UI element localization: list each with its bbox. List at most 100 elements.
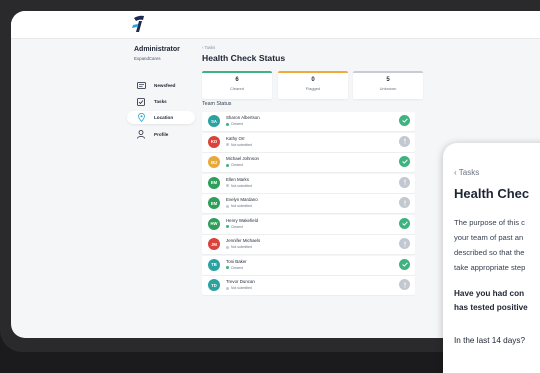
mobile-subquestion-text: In the last 14 days? (454, 336, 526, 345)
avatar: TD (208, 279, 220, 291)
status-check-icon (399, 258, 410, 270)
organization-name: ExpandCares (134, 56, 161, 61)
team-member-row[interactable]: TB Toni Baker Cleared (202, 255, 415, 275)
team-member-row[interactable]: EM Evelyn Mardano Not submitted (202, 194, 415, 213)
mobile-breadcrumb-tasks[interactable]: ‹ Tasks (454, 168, 479, 177)
sidebar-item-newsfeed[interactable]: Newsfeed (127, 79, 195, 92)
laptop-frame: Administrator ExpandCares Newsfeed Tasks… (0, 0, 540, 373)
member-name: Henry Wakefield (226, 217, 259, 223)
page-title: Health Check Status (202, 53, 286, 63)
team-member-row[interactable]: KO Kathy Orr Not submitted (202, 132, 415, 152)
sidebar-item-tasks[interactable]: Tasks (127, 95, 195, 108)
status-dot-icon (226, 286, 229, 290)
member-status: Cleared (226, 266, 243, 270)
status-text: Not submitted (231, 286, 252, 290)
top-bar (11, 11, 540, 39)
sidebar-item-label: Tasks (154, 99, 167, 104)
stat-label: Cleared (229, 86, 244, 91)
breadcrumb-tasks[interactable]: ‹ Tasks (202, 45, 215, 50)
team-member-row[interactable]: HW Henry Wakefield Cleared (202, 214, 415, 234)
status-unknown-icon (399, 197, 410, 208)
member-status: Cleared (226, 122, 243, 126)
status-unknown-icon (399, 135, 410, 147)
status-text: Not submitted (231, 183, 252, 188)
team-member-row[interactable]: TD Trevor Duncan Not submitted (202, 276, 415, 295)
avatar: HW (208, 217, 220, 230)
status-dot-icon (226, 245, 229, 249)
team-status-list: SA Sharon Albertson Cleared KO Kathy Orr… (202, 112, 415, 297)
member-name: Trevor Duncan (226, 279, 255, 284)
status-dot-icon (226, 225, 229, 228)
member-status: Not submitted (226, 143, 252, 147)
stat-label: Flagged (305, 86, 321, 91)
mobile-question-text: has tested positive (454, 303, 528, 312)
status-text: Cleared (231, 163, 243, 167)
mobile-question-text: Have you had con (454, 289, 525, 298)
stat-value: 5 (386, 77, 390, 83)
user-icon (134, 130, 148, 140)
team-member-row[interactable]: EM Ellen Marks Not submitted (202, 173, 415, 193)
status-unknown-icon (399, 176, 410, 188)
avatar: KO (208, 135, 220, 148)
status-check-icon (399, 115, 410, 126)
avatar: EM (208, 176, 220, 189)
sidebar-item-label: Location (154, 115, 174, 120)
team-member-row[interactable]: SA Sharon Albertson Cleared (202, 112, 415, 131)
stat-unknown-card[interactable]: 5 Unknown (353, 71, 423, 99)
member-status: Cleared (226, 163, 243, 167)
status-text: Cleared (231, 224, 243, 229)
mobile-body-text: described so that the (454, 248, 525, 257)
member-status: Cleared (226, 225, 243, 229)
status-dot-icon (226, 204, 229, 208)
member-status: Not submitted (226, 245, 252, 249)
sidebar-item-profile[interactable]: Profile (127, 128, 195, 141)
status-text: Not submitted (231, 142, 252, 147)
status-check-icon (399, 217, 410, 229)
tasks-checkbox-icon (134, 97, 148, 107)
status-text: Cleared (231, 265, 243, 270)
member-status: Not submitted (226, 204, 252, 208)
status-text: Not submitted (231, 204, 252, 208)
app-logo-icon (132, 15, 144, 32)
status-dot-icon (226, 184, 229, 187)
section-heading-team-status: Team Status (202, 101, 232, 107)
newsfeed-icon (134, 81, 148, 91)
member-name: Toni Baker (226, 258, 247, 264)
status-text: Cleared (231, 122, 243, 126)
status-dot-icon (226, 266, 229, 269)
member-name: Ellen Marks (226, 176, 249, 182)
member-name: Michael Johnson (226, 156, 259, 161)
mobile-body-text: take appropriate step (454, 263, 526, 272)
stat-label: Unknown (379, 86, 397, 91)
status-text: Not submitted (231, 245, 252, 249)
stat-value: 0 (311, 77, 315, 83)
avatar: TB (208, 258, 220, 271)
stat-value: 6 (235, 77, 239, 83)
status-dot-icon (226, 163, 229, 167)
member-name: Kathy Orr (226, 135, 245, 141)
sidebar-item-label: Profile (154, 132, 169, 137)
member-name: Evelyn Mardano (226, 197, 258, 202)
member-name: Jennifer Michaels (226, 238, 261, 243)
member-status: Not submitted (226, 184, 252, 188)
status-unknown-icon (399, 279, 410, 290)
member-name: Sharon Albertson (226, 115, 260, 120)
status-unknown-icon (399, 238, 410, 249)
stat-cleared-card[interactable]: 6 Cleared (202, 71, 272, 99)
member-status: Not submitted (226, 286, 252, 290)
status-dot-icon (226, 143, 229, 146)
avatar: JM (208, 238, 220, 250)
location-pin-icon (134, 113, 148, 123)
status-dot-icon (226, 122, 229, 126)
status-check-icon (399, 156, 410, 167)
team-member-row[interactable]: MJ Michael Johnson Cleared (202, 153, 415, 172)
sidebar-item-location[interactable]: Location (127, 111, 195, 124)
mobile-body-text: your team of past an (454, 233, 524, 242)
stat-flagged-card[interactable]: 0 Flagged (278, 71, 348, 99)
avatar: EM (208, 197, 220, 209)
team-member-row[interactable]: JM Jennifer Michaels Not submitted (202, 235, 415, 254)
avatar: SA (208, 115, 220, 127)
sidebar-item-label: Newsfeed (154, 83, 176, 88)
mobile-body-text: The purpose of this c (454, 218, 525, 227)
avatar: MJ (208, 156, 220, 168)
